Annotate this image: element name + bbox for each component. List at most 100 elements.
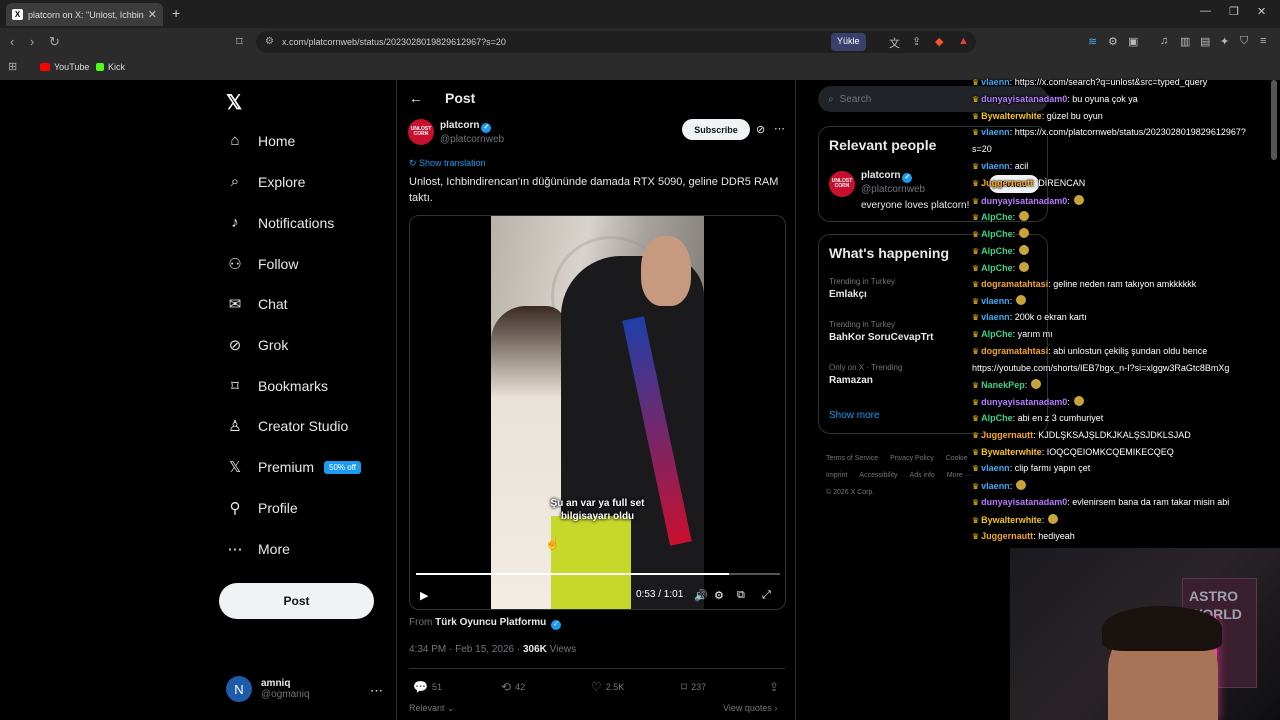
- chat-username[interactable]: dogramatahtasi: [981, 346, 1048, 356]
- chat-username[interactable]: Juggernautt: [981, 531, 1033, 541]
- footer-link[interactable]: Imprint: [826, 472, 847, 479]
- bookmark-button[interactable]: ⌑ 237: [681, 680, 706, 694]
- chat-username[interactable]: AlpChe: [981, 246, 1013, 256]
- view-quotes-link[interactable]: View quotes ›: [723, 703, 777, 713]
- bookmark-kick[interactable]: Kick: [96, 62, 125, 72]
- translate-icon[interactable]: 文: [889, 35, 900, 51]
- forward-icon[interactable]: ›: [30, 34, 34, 49]
- wallet-icon[interactable]: ▤: [1200, 35, 1210, 48]
- show-translation-link[interactable]: ↻ Show translation: [409, 158, 486, 169]
- chat-username[interactable]: vlaenn: [981, 463, 1010, 473]
- post-more-icon[interactable]: ⋯: [774, 122, 785, 135]
- nav-item-more[interactable]: ⋯ More: [226, 540, 290, 558]
- browser-tab-active[interactable]: X platcorn on X: "Unlost, Ichbin ✕: [6, 3, 163, 26]
- video-frame[interactable]: Şu an var ya full set bilgisayarı oldu: [491, 216, 704, 609]
- play-icon[interactable]: ▶: [420, 589, 428, 602]
- chat-username[interactable]: vlaenn: [981, 161, 1010, 171]
- like-button[interactable]: ♡ 2.5K: [591, 680, 624, 694]
- subscribe-button[interactable]: Subscribe: [682, 119, 750, 140]
- footer-link[interactable]: Privacy Policy: [890, 455, 934, 462]
- bookmark-youtube[interactable]: YouTube: [40, 62, 89, 72]
- brave-rewards-icon[interactable]: ▲: [958, 35, 969, 47]
- chat-username[interactable]: Juggernautt: [981, 178, 1033, 188]
- nav-item-home[interactable]: ⌂ Home: [226, 132, 295, 149]
- footer-link[interactable]: Terms of Service: [826, 455, 878, 462]
- avatar[interactable]: UNLOST CORN: [829, 171, 855, 197]
- chat-username[interactable]: dunyayisatanadam0: [981, 196, 1067, 206]
- nav-item-profile[interactable]: ⚲ Profile: [226, 499, 298, 517]
- nav-item-notifications[interactable]: ♪ Notifications: [226, 214, 334, 231]
- account-switcher[interactable]: N amniq @ogmaniq: [226, 676, 310, 702]
- url-field[interactable]: ⚙ x.com/platcornweb/status/2023028019829…: [256, 31, 976, 53]
- chat-username[interactable]: AlpChe: [981, 212, 1013, 222]
- minimize-icon[interactable]: —: [1200, 5, 1211, 17]
- video-source[interactable]: From Türk Oyuncu Platformu ✓: [409, 617, 562, 630]
- reply-button[interactable]: 💬 51: [413, 680, 442, 694]
- chat-username[interactable]: AlpChe: [981, 229, 1013, 239]
- apps-grid-icon[interactable]: ⊞: [8, 60, 17, 73]
- chat-username[interactable]: AlpChe: [981, 413, 1013, 423]
- reload-icon[interactable]: ↻: [49, 34, 60, 50]
- audio-icon[interactable]: ≋: [1088, 35, 1097, 48]
- trend-item[interactable]: Trending in Turkey BahKor SoruCevapTrt: [829, 320, 933, 343]
- screenshot-icon[interactable]: ▣: [1128, 35, 1138, 48]
- chat-username[interactable]: vlaenn: [981, 77, 1010, 87]
- chat-username[interactable]: AlpChe: [981, 329, 1013, 339]
- trend-item[interactable]: Only on X · Trending Ramazan: [829, 363, 902, 386]
- footer-link[interactable]: Accessibility: [859, 472, 897, 479]
- chat-username[interactable]: NanekPep: [981, 380, 1025, 390]
- footer-link[interactable]: More ···: [947, 472, 972, 479]
- nav-item-chat[interactable]: ✉ Chat: [226, 295, 288, 313]
- video-progress-bar[interactable]: [416, 573, 780, 575]
- nav-item-premium[interactable]: 𝕏 Premium 50% off: [226, 458, 361, 476]
- nav-item-grok[interactable]: ⊘ Grok: [226, 336, 289, 354]
- chat-username[interactable]: Juggernautt: [981, 430, 1033, 440]
- nav-item-follow[interactable]: ⚇ Follow: [226, 255, 298, 273]
- vpn-icon[interactable]: ⛉: [1240, 35, 1248, 48]
- footer-link[interactable]: Cookie: [946, 455, 968, 462]
- chat-username[interactable]: dunyayisatanadam0: [981, 497, 1067, 507]
- author-handle[interactable]: @platcornweb: [440, 134, 504, 145]
- grok-explain-icon[interactable]: ⊘: [756, 123, 765, 136]
- nav-item-creator-studio[interactable]: ♙ Creator Studio: [226, 417, 348, 435]
- nav-item-explore[interactable]: ⌕ Explore: [226, 173, 306, 190]
- bookmark-page-icon[interactable]: ⌑: [236, 34, 243, 50]
- footer-link[interactable]: Ads info: [910, 472, 935, 479]
- close-window-icon[interactable]: ✕: [1257, 5, 1266, 18]
- chat-username[interactable]: AlpChe: [981, 263, 1013, 273]
- close-tab-icon[interactable]: ✕: [148, 8, 157, 21]
- video-player[interactable]: Şu an var ya full set bilgisayarı oldu ☝…: [409, 215, 786, 610]
- volume-icon[interactable]: 🔊: [694, 589, 708, 602]
- chat-username[interactable]: vlaenn: [981, 296, 1010, 306]
- new-tab-icon[interactable]: +: [172, 5, 180, 21]
- ai-icon[interactable]: ✦: [1220, 35, 1229, 48]
- install-button[interactable]: Yükle: [831, 33, 866, 51]
- chat-username[interactable]: Bywalterwhite: [981, 515, 1042, 525]
- show-more-link[interactable]: Show more: [829, 410, 880, 421]
- picture-in-picture-icon[interactable]: ⧉: [737, 589, 745, 602]
- author-name-row[interactable]: platcorn ✓: [440, 120, 492, 133]
- nav-item-bookmarks[interactable]: ⌑ Bookmarks: [226, 377, 328, 395]
- music-icon[interactable]: ♫: [1160, 35, 1168, 47]
- fullscreen-icon[interactable]: ⤢: [762, 589, 771, 602]
- account-more-icon[interactable]: ⋯: [370, 683, 383, 699]
- sidebar-icon[interactable]: ▥: [1180, 35, 1190, 48]
- chat-username[interactable]: Bywalterwhite: [981, 111, 1042, 121]
- trend-item[interactable]: Trending in Turkey Emlakçı: [829, 277, 895, 300]
- repost-button[interactable]: ⟲ 42: [501, 680, 525, 694]
- x-logo-icon[interactable]: 𝕏: [226, 90, 242, 115]
- back-arrow-icon[interactable]: ←: [409, 90, 423, 106]
- back-icon[interactable]: ‹: [10, 34, 14, 49]
- brave-shield-icon[interactable]: ◆: [935, 35, 943, 48]
- reply-sort-dropdown[interactable]: Relevant ⌄: [409, 703, 455, 714]
- chat-username[interactable]: dunyayisatanadam0: [981, 94, 1067, 104]
- person-name-row[interactable]: platcorn ✓: [861, 170, 913, 183]
- chat-username[interactable]: Bywalterwhite: [981, 447, 1042, 457]
- page-scrollbar[interactable]: [1271, 80, 1277, 160]
- extensions-icon[interactable]: ⚙: [1108, 35, 1118, 48]
- menu-icon[interactable]: ≡: [1260, 35, 1266, 47]
- chat-username[interactable]: vlaenn: [981, 312, 1010, 322]
- post-button[interactable]: Post: [219, 583, 374, 619]
- maximize-icon[interactable]: ❐: [1229, 5, 1239, 18]
- chat-username[interactable]: dunyayisatanadam0: [981, 397, 1067, 407]
